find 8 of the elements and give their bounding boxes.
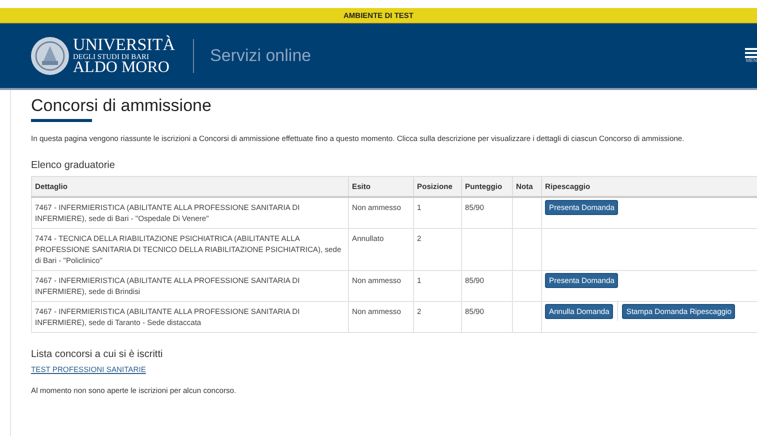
logo-text: ALDO MORO	[73, 60, 170, 76]
section-title: Lista concorsi a cui si è iscritti	[31, 349, 164, 360]
page-title: Concorsi di ammissione	[31, 96, 212, 116]
section-title: Elenco graduatorie	[31, 160, 116, 171]
university-seal-icon	[30, 36, 70, 76]
menu-icon	[745, 48, 757, 58]
service-title: Servizi online	[210, 46, 312, 66]
logo-text: UNIVERSITÀ	[73, 36, 175, 53]
